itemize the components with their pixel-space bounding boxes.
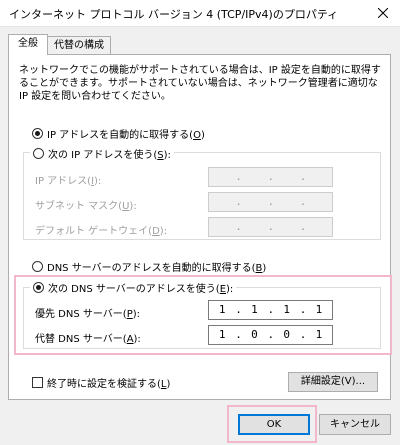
ip-seg <box>274 218 300 236</box>
tab-alternate-config[interactable]: 代替の構成 <box>47 36 111 54</box>
ip-auto-label: IP アドレスを自動的に取得する(O) <box>47 130 205 141</box>
ip-seg <box>274 168 300 186</box>
dns-manual-label: 次の DNS サーバーのアドレスを使う(E): <box>48 284 234 295</box>
ip-auto-radio[interactable] <box>32 128 43 139</box>
validate-on-exit-label: 終了時に設定を検証する(L) <box>47 379 171 390</box>
ip-manual-radio[interactable] <box>33 148 44 159</box>
ip-auto-option[interactable]: IP アドレスを自動的に取得する(O) <box>32 126 205 141</box>
preferred-dns-input[interactable]: 1. 1. 1. 1 <box>208 300 333 320</box>
ip-seg <box>209 193 235 211</box>
ip-seg <box>209 168 235 186</box>
ip-seg <box>241 193 267 211</box>
ip-address-input[interactable]: . . . <box>208 167 333 187</box>
ip-seg <box>306 193 332 211</box>
validate-on-exit-checkbox[interactable] <box>32 377 43 388</box>
cancel-button[interactable]: キャンセル <box>319 414 391 435</box>
ip-seg: 1 <box>283 303 290 316</box>
ip-seg <box>241 168 267 186</box>
tab-general[interactable]: 全般 <box>8 34 48 55</box>
ip-seg: 1 <box>218 303 226 316</box>
ip-seg <box>274 193 300 211</box>
title-bar: インターネット プロトコル バージョン 4 (TCP/IPv4)のプロパティ <box>0 0 400 27</box>
preferred-dns-label: 優先 DNS サーバー(P): <box>35 309 140 320</box>
subnet-mask-label: サブネット マスク(U): <box>35 201 137 212</box>
dns-manual-radio[interactable] <box>33 282 44 293</box>
validate-on-exit-option[interactable]: 終了時に設定を検証する(L) <box>32 375 170 390</box>
default-gateway-input[interactable]: . . . <box>208 217 333 237</box>
advanced-button[interactable]: 詳細設定(V)... <box>288 372 378 392</box>
ip-address-label: IP アドレス(I): <box>35 176 102 187</box>
dns-auto-option[interactable]: DNS サーバーのアドレスを自動的に取得する(B) <box>32 259 266 274</box>
dns-manual-option[interactable]: 次の DNS サーバーのアドレスを使う(E): <box>30 280 237 295</box>
close-button[interactable] <box>366 0 400 26</box>
description-text: ネットワークでこの機能がサポートされている場合は、IP 設定を自動的に取得するこ… <box>19 65 381 102</box>
ip-seg <box>306 218 332 236</box>
dns-auto-radio[interactable] <box>32 261 43 272</box>
ip-seg <box>209 218 235 236</box>
ip-seg <box>241 218 267 236</box>
ip-seg: 0 <box>283 328 290 341</box>
default-gateway-label: デフォルト ゲートウェイ(D): <box>35 226 168 237</box>
ok-button[interactable]: OK <box>238 414 310 435</box>
ip-seg <box>306 168 332 186</box>
window-title: インターネット プロトコル バージョン 4 (TCP/IPv4)のプロパティ <box>9 8 339 21</box>
dns-auto-label: DNS サーバーのアドレスを自動的に取得する(B) <box>47 263 267 274</box>
ip-seg: 1 <box>218 328 226 341</box>
ip-manual-label: 次の IP アドレスを使う(S): <box>48 150 171 161</box>
alternate-dns-input[interactable]: 1. 0. 0. 1 <box>208 325 333 345</box>
alternate-dns-label: 代替 DNS サーバー(A): <box>35 334 141 345</box>
ip-seg: 1 <box>315 328 323 341</box>
ip-manual-option[interactable]: 次の IP アドレスを使う(S): <box>30 146 174 161</box>
ip-seg: 1 <box>315 303 323 316</box>
ip-seg: 1 <box>251 303 258 316</box>
subnet-mask-input[interactable]: . . . <box>208 192 333 212</box>
ip-seg: 0 <box>251 328 258 341</box>
close-icon <box>378 8 388 18</box>
